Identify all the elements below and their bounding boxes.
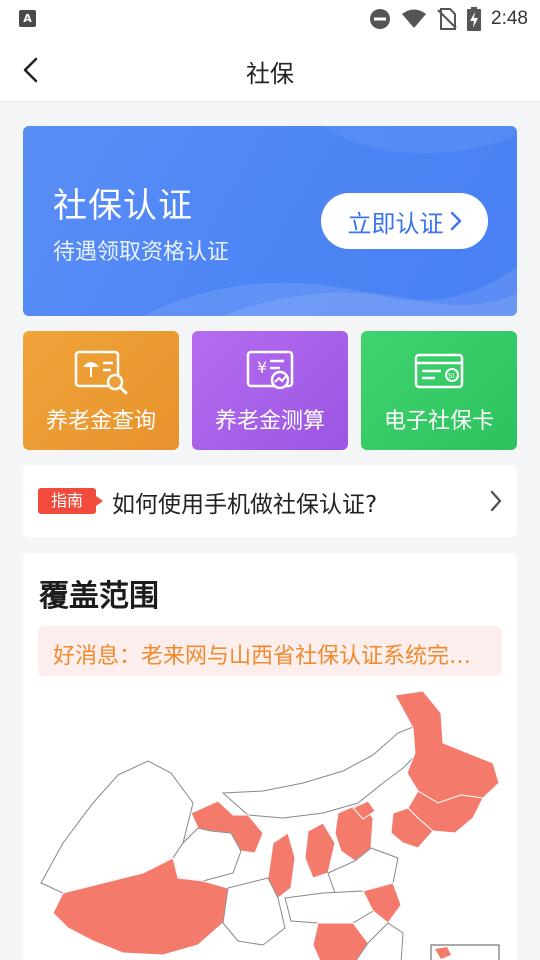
umbrella-search-icon (74, 350, 128, 395)
china-coverage-map (40, 690, 500, 960)
notice-bar[interactable]: 好消息：老来网与山西省社保认证系统完成对接 (38, 626, 502, 676)
svg-text:¥: ¥ (257, 358, 267, 377)
coverage-title: 覆盖范围 (39, 579, 159, 614)
banner-title: 社保认证 (53, 186, 193, 226)
chevron-right-icon (450, 211, 461, 231)
dnd-icon (370, 9, 391, 29)
chevron-right-icon (490, 490, 502, 512)
svg-text:SI: SI (448, 372, 455, 380)
certify-now-button[interactable]: 立即认证 (321, 193, 488, 249)
status-bar: A 2:48 (0, 0, 540, 38)
app-notification-icon: A (19, 10, 36, 27)
notice-text: 好消息：老来网与山西省社保认证系统完成对接 (53, 644, 493, 669)
nav-bar: 社保 (0, 38, 540, 102)
coverage-card: 覆盖范围 好消息：老来网与山西省社保认证系统完成对接 (23, 553, 517, 960)
banner-subtitle: 待遇领取资格认证 (53, 240, 230, 265)
pension-estimate-tile[interactable]: ¥ 养老金测算 (192, 331, 348, 450)
battery-charging-icon (467, 7, 482, 31)
pension-query-label: 养老金查询 (45, 409, 156, 434)
page-title: 社保 (246, 60, 294, 88)
guide-row[interactable]: 指南 如何使用手机做社保认证? (23, 465, 517, 537)
pension-query-tile[interactable]: 养老金查询 (23, 331, 179, 450)
pension-estimate-label: 养老金测算 (214, 409, 325, 434)
e-social-card-tile[interactable]: SI 电子社保卡 (361, 331, 517, 450)
certify-now-label: 立即认证 (347, 209, 444, 238)
status-icons: 2:48 (369, 6, 528, 32)
certification-banner[interactable]: 社保认证 待遇领取资格认证 立即认证 (23, 126, 517, 316)
guide-tag: 指南 (38, 488, 103, 514)
yen-chart-icon: ¥ (246, 350, 294, 390)
si-card-icon: SI (414, 353, 464, 389)
no-sim-icon (437, 8, 457, 30)
clock: 2:48 (491, 8, 528, 29)
e-social-card-label: 电子社保卡 (383, 409, 494, 434)
wifi-icon (402, 9, 427, 28)
guide-text: 如何使用手机做社保认证? (112, 492, 378, 518)
